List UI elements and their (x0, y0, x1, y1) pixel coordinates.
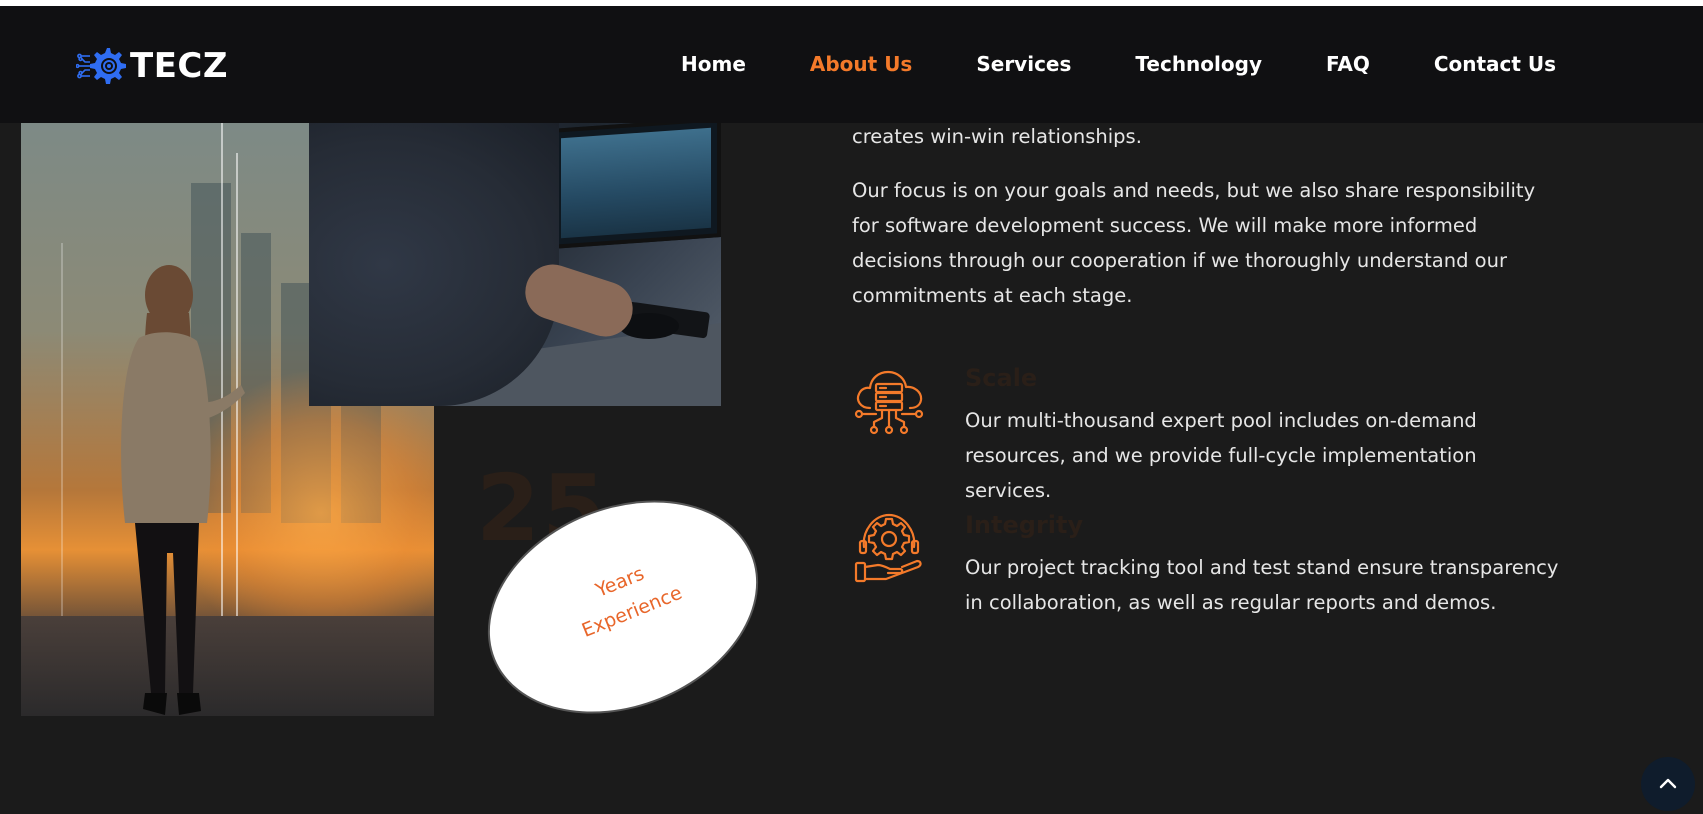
brand-logo[interactable]: TECZ (76, 42, 228, 90)
nav-about-us[interactable]: About Us (810, 52, 912, 76)
cloud-server-icon (854, 370, 924, 435)
developer-computer-image (309, 123, 721, 406)
nav-services[interactable]: Services (976, 52, 1071, 76)
main-nav: Home About Us Services Technology FAQ Co… (681, 52, 1556, 76)
brand-name: TECZ (130, 46, 229, 86)
scroll-to-top-button[interactable] (1641, 757, 1695, 811)
about-paragraph-2: Our focus is on your goals and needs, bu… (852, 179, 1536, 307)
feature-description: Our multi-thousand expert pool includes … (965, 409, 1477, 502)
chevron-up-icon (1659, 778, 1677, 789)
gear-hand-icon (854, 513, 922, 583)
feature-title: Integrity (965, 511, 1084, 539)
nav-home[interactable]: Home (681, 52, 746, 76)
feature-title: Scale (965, 364, 1038, 392)
nav-technology[interactable]: Technology (1135, 52, 1262, 76)
nav-contact-us[interactable]: Contact Us (1434, 52, 1556, 76)
navbar: TECZ Home About Us Services Technology F… (0, 6, 1703, 123)
gear-circuit-logo-icon (76, 48, 126, 84)
nav-faq[interactable]: FAQ (1326, 52, 1370, 76)
about-paragraph-1: creates win-win relationships. (852, 125, 1142, 148)
feature-description: Our project tracking tool and test stand… (965, 556, 1559, 614)
